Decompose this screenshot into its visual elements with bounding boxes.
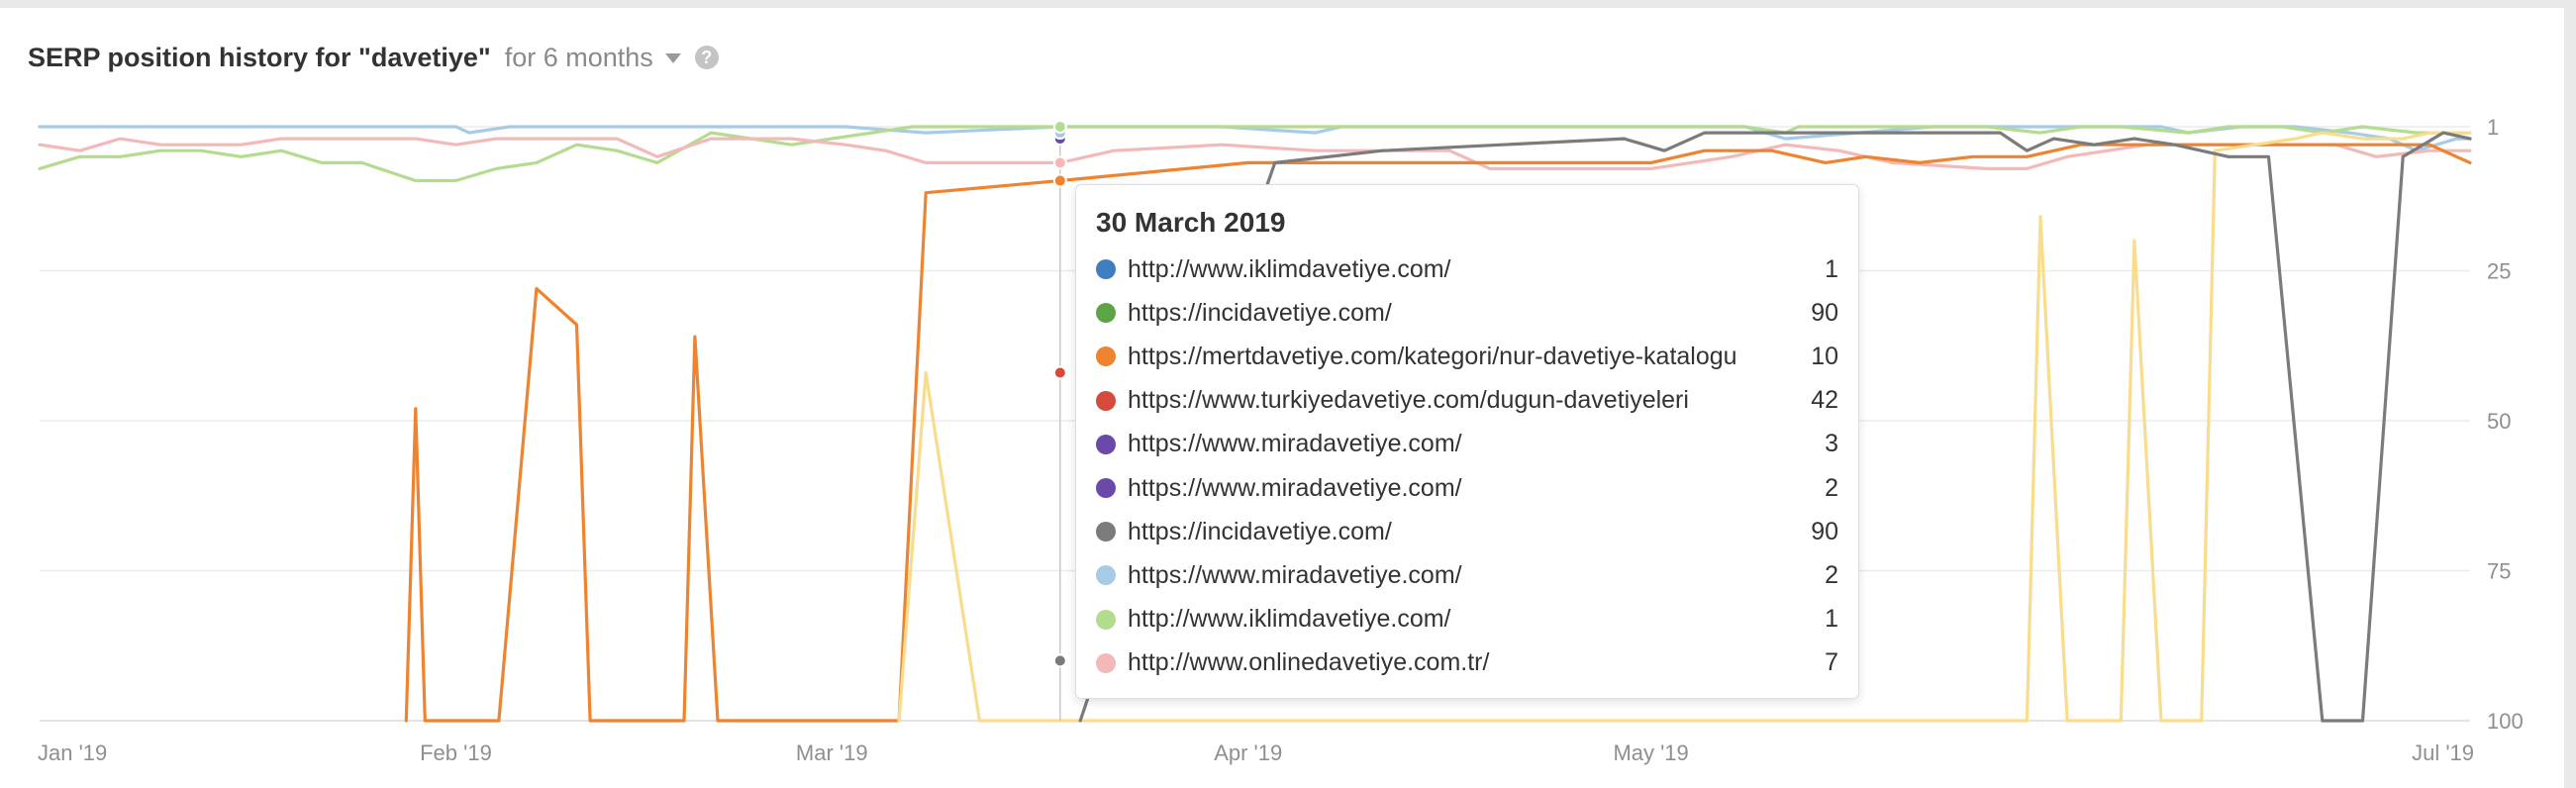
tooltip-rows: http://www.iklimdavetiye.com/1 https://in… <box>1096 247 1838 685</box>
series-dot-icon <box>1096 434 1116 454</box>
tooltip-row: https://mertdavetiye.com/kategori/nur-da… <box>1096 335 1838 378</box>
x-tick-label: Jul '19 <box>2412 740 2474 765</box>
tooltip-url: http://www.iklimdavetiye.com/ <box>1128 254 1451 283</box>
tooltip-row: https://incidavetiye.com/90 <box>1096 510 1838 553</box>
tooltip-position: 90 <box>1811 517 1838 545</box>
y-tick-label: 25 <box>2487 258 2511 283</box>
tooltip-position: 42 <box>1811 386 1838 415</box>
tooltip-row: http://www.iklimdavetiye.com/1 <box>1096 598 1838 641</box>
hover-point <box>1052 155 1067 170</box>
tooltip-row: https://www.miradavetiye.com/2 <box>1096 553 1838 597</box>
tooltip-position: 2 <box>1825 560 1838 589</box>
tooltip-url: https://www.turkiyedavetiye.com/dugun-da… <box>1128 386 1689 415</box>
y-axis-ticks: 1 25 50 75 100 <box>2487 115 2524 734</box>
series-dot-icon <box>1096 478 1116 499</box>
tooltip-row: http://www.onlinedavetiye.com.tr/7 <box>1096 641 1838 685</box>
tooltip-position: 10 <box>1811 342 1838 370</box>
series-dot-icon <box>1096 565 1116 586</box>
hover-point <box>1052 653 1067 668</box>
y-tick-label: 100 <box>2487 709 2524 734</box>
x-tick-label: Mar '19 <box>796 740 868 765</box>
tooltip-position: 7 <box>1825 648 1838 677</box>
tooltip-row: https://www.miradavetiye.com/2 <box>1096 466 1838 510</box>
hover-point <box>1052 365 1067 380</box>
tooltip-position: 3 <box>1825 430 1838 458</box>
y-tick-label: 75 <box>2487 558 2511 583</box>
series-dot-icon <box>1096 522 1116 542</box>
tooltip-url: https://www.miradavetiye.com/ <box>1128 560 1462 589</box>
chart-tooltip: 30 March 2019 http://www.iklimdavetiye.c… <box>1075 184 1859 699</box>
tooltip-url: https://incidavetiye.com/ <box>1128 517 1392 545</box>
tooltip-position: 1 <box>1825 605 1838 634</box>
series-dot-icon <box>1096 390 1116 411</box>
series-dot-icon <box>1096 652 1116 673</box>
tooltip-url: http://www.iklimdavetiye.com/ <box>1128 605 1451 634</box>
x-axis-ticks: Jan '19 Feb '19 Mar '19 Apr '19 May '19 Jul '… <box>38 740 2474 765</box>
x-tick-label: May '19 <box>1613 740 1688 765</box>
series-dot-icon <box>1096 346 1116 367</box>
tooltip-url: https://incidavetiye.com/ <box>1128 298 1392 327</box>
hover-point <box>1052 173 1067 188</box>
tooltip-url: https://mertdavetiye.com/kategori/nur-da… <box>1128 342 1737 370</box>
series-dot-icon <box>1096 609 1116 630</box>
tooltip-url: https://www.miradavetiye.com/ <box>1128 473 1462 502</box>
tooltip-row: https://www.miradavetiye.com/3 <box>1096 423 1838 466</box>
series-dot-icon <box>1096 303 1116 324</box>
tooltip-position: 1 <box>1825 254 1838 283</box>
x-tick-label: Apr '19 <box>1214 740 1282 765</box>
tooltip-url: https://www.miradavetiye.com/ <box>1128 430 1462 458</box>
x-tick-label: Feb '19 <box>420 740 492 765</box>
tooltip-position: 2 <box>1825 473 1838 502</box>
hover-point <box>1052 120 1067 134</box>
tooltip-row: https://incidavetiye.com/90 <box>1096 291 1838 335</box>
tooltip-date: 30 March 2019 <box>1096 207 1286 238</box>
series-line <box>38 125 2472 183</box>
x-tick-label: Jan '19 <box>38 740 107 765</box>
series-dot-icon <box>1096 259 1116 280</box>
tooltip-row: http://www.iklimdavetiye.com/1 <box>1096 247 1838 291</box>
y-tick-label: 1 <box>2487 115 2499 140</box>
tooltip-position: 90 <box>1811 298 1838 327</box>
tooltip-url: http://www.onlinedavetiye.com.tr/ <box>1128 648 1490 677</box>
y-tick-label: 50 <box>2487 409 2511 434</box>
tooltip-row: https://www.turkiyedavetiye.com/dugun-da… <box>1096 379 1838 423</box>
